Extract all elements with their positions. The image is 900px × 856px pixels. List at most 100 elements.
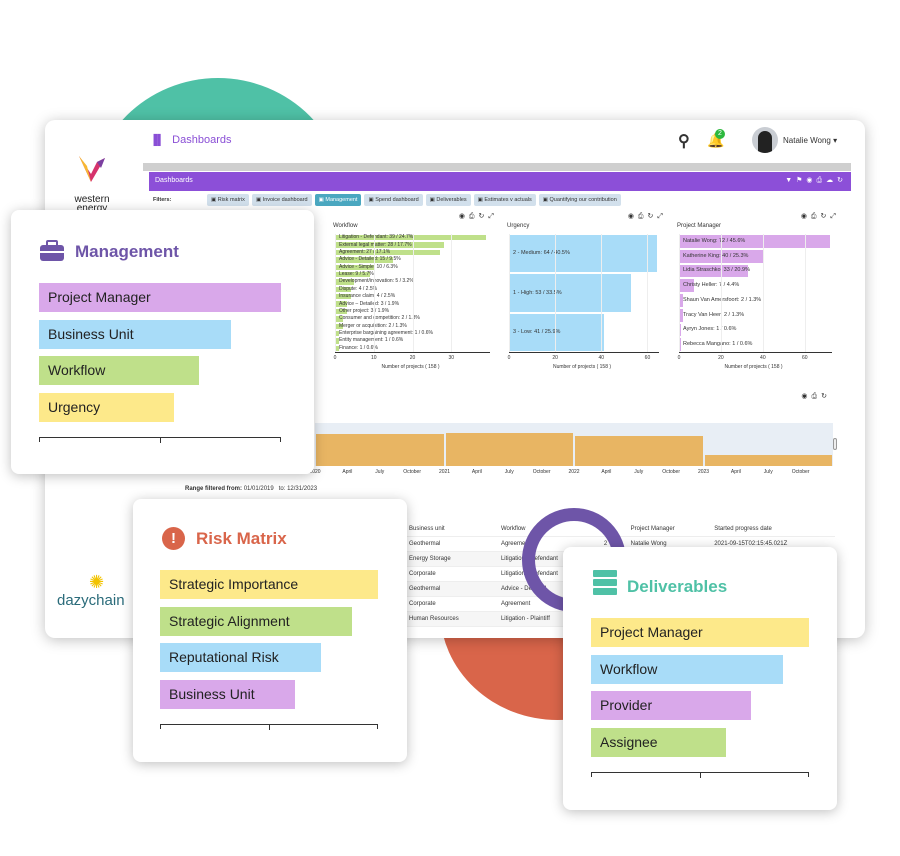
bell-icon[interactable]: 🔔 2 [707, 129, 725, 149]
briefcase-icon [39, 240, 65, 267]
field-bar[interactable]: Workflow [39, 356, 199, 385]
bookmark-icon[interactable]: ⚑ [796, 177, 806, 184]
table-cell: Corporate [403, 566, 495, 582]
bracket-divider [160, 724, 378, 730]
field-bar[interactable]: Workflow [591, 654, 783, 684]
range-label: Range filtered from: [185, 486, 243, 492]
dazychain-logo: ✺ dazychain [57, 572, 125, 609]
tick-label: 60 [801, 355, 808, 361]
print-icon[interactable]: ⎙ [817, 177, 827, 184]
field-bar[interactable]: Urgency [39, 392, 174, 422]
server-icon [592, 569, 618, 600]
table-cell: Geothermal [403, 581, 495, 597]
x-axis-title: Number of projects ( 158 ) [724, 364, 783, 370]
filter-chip-label: Spend dashboard [375, 197, 419, 203]
field-bar[interactable]: Business Unit [39, 319, 231, 349]
bar-label: Advice - Detailed: 15 / 9.5% [339, 256, 401, 263]
bar-label: Finance: 1 / 0.6% [339, 344, 378, 351]
range-filter: Range filtered from: 01/01/2019 to: 12/3… [185, 486, 317, 492]
tick-label: 60 [644, 355, 651, 361]
tick-label: April [730, 469, 741, 475]
user-menu[interactable]: Natalie Wong ▾ [783, 136, 837, 145]
tick-label: 0 [333, 355, 337, 361]
field-bar[interactable]: Provider [591, 691, 751, 720]
bar-label: Dispute: 4 / 2.5% [339, 285, 378, 292]
bar-label: Development/innovation: 5 / 3.2% [339, 278, 414, 285]
filter-chip[interactable]: ▣ Quantifying our contribution [538, 194, 621, 206]
filter-chip-label: Risk matrix [217, 197, 245, 203]
gridline [720, 234, 722, 352]
field-bar[interactable]: Project Manager [591, 618, 809, 647]
refresh-icon[interactable]: ↻ [837, 177, 847, 184]
filters-label: Filters: [153, 197, 172, 203]
briefcase-icon: ▣ [255, 197, 263, 203]
flower-icon: ✺ [89, 572, 105, 592]
bar[interactable] [445, 432, 573, 466]
filter-chip[interactable]: ▣ Spend dashboard [364, 194, 423, 206]
filter-chip[interactable]: ▣ Management [314, 194, 362, 206]
field-bar[interactable]: Project Manager [39, 283, 281, 312]
filter-chip-label: Invoice dashboard [262, 197, 308, 203]
brand-logo: western energy [67, 152, 117, 214]
chart-toolbar[interactable]: ◉⎙↻⤢ [801, 212, 840, 221]
bar[interactable] [316, 433, 444, 466]
deliverables-card: Deliverables Project Manager Workflow Prov… [563, 547, 837, 810]
gridline [804, 234, 806, 352]
chart-title: Urgency [507, 223, 530, 229]
filter-chip[interactable]: ▣ Deliverables [425, 194, 471, 206]
chart-toolbar[interactable]: ◉⎙↻⤢ [459, 212, 498, 221]
management-card: Management Project Manager Business Unit W… [11, 210, 314, 474]
tick-label: October [662, 469, 681, 475]
bar[interactable] [575, 436, 703, 466]
range-slider-handle[interactable] [833, 438, 837, 450]
bar-label: Insurance claim: 4 / 2.5% [339, 293, 396, 300]
toolbar-icons[interactable]: ▼⚑◉⎙☁↻ [785, 176, 847, 185]
field-bar[interactable]: Strategic Importance [160, 570, 378, 599]
bar[interactable] [704, 455, 832, 466]
avatar[interactable] [752, 127, 778, 153]
header-title[interactable]: ▐▌ Dashboards [150, 134, 232, 146]
field-bar[interactable]: Business Unit [160, 679, 295, 709]
tick-label: July [763, 469, 773, 475]
bar-label: Tracy Van Heer: 2 / 1.3% [683, 311, 745, 318]
filter-chip[interactable]: ▣ Risk matrix [207, 194, 249, 206]
tick-label: 2023 [697, 469, 710, 475]
card-title: Management [75, 242, 179, 261]
toolbar-title: Dashboards [155, 177, 193, 184]
chart-toolbar[interactable]: ◉⎙↻⤢ [628, 212, 667, 221]
column-header[interactable]: Project Manager [624, 522, 709, 537]
footer-brand: dazychain [57, 592, 125, 609]
card-title: Deliverables [627, 577, 728, 596]
table-cell: Energy Storage [403, 551, 495, 567]
tick-label: April [471, 469, 482, 475]
western-energy-logo-icon [79, 156, 105, 182]
tick-label: 40 [598, 355, 605, 361]
bar-label: Agreement: 27 / 17.1% [339, 248, 391, 255]
camera-icon[interactable]: ◉ [806, 177, 816, 184]
search-icon[interactable]: ⚲ [678, 131, 690, 151]
tick-label: 20 [552, 355, 558, 361]
filter-icon[interactable]: ▼ [785, 177, 796, 184]
bar-label: Shaun Van Amersfoort: 2 / 1.3% [683, 296, 762, 303]
x-axis-title: Number of projects ( 158 ) [552, 364, 612, 370]
bracket-divider [39, 437, 281, 443]
field-bar[interactable]: Strategic Alignment [160, 606, 352, 636]
range-from[interactable]: 01/01/2019 [244, 486, 274, 492]
column-header[interactable]: Started progress date [708, 522, 835, 537]
filter-chip[interactable]: ▣ Estimates v actuals [473, 194, 536, 206]
upload-icon[interactable]: ☁ [826, 177, 837, 184]
user-name: Natalie Wong [783, 136, 831, 145]
notification-badge: 2 [715, 129, 725, 139]
bracket-divider [591, 772, 809, 778]
field-bar[interactable]: Reputational Risk [160, 643, 321, 672]
filter-chip[interactable]: ▣ Invoice dashboard [251, 194, 312, 206]
chart-toolbar[interactable]: ◉⎙↻ [801, 392, 831, 401]
chart-title: Workflow [333, 223, 358, 229]
field-bar[interactable]: Assignee [591, 727, 726, 757]
bar-label: 3 - Low: 41 / 25.9% [513, 328, 561, 335]
bar-label: 2 - Medium: 64 / 40.5% [513, 250, 570, 257]
column-header[interactable]: Business unit [403, 522, 495, 537]
range-to[interactable]: 12/31/2023 [287, 486, 317, 492]
tick-label: 40 [760, 355, 766, 361]
risk-matrix-card: ! Risk Matrix Strategic Importance Strate… [133, 499, 407, 762]
